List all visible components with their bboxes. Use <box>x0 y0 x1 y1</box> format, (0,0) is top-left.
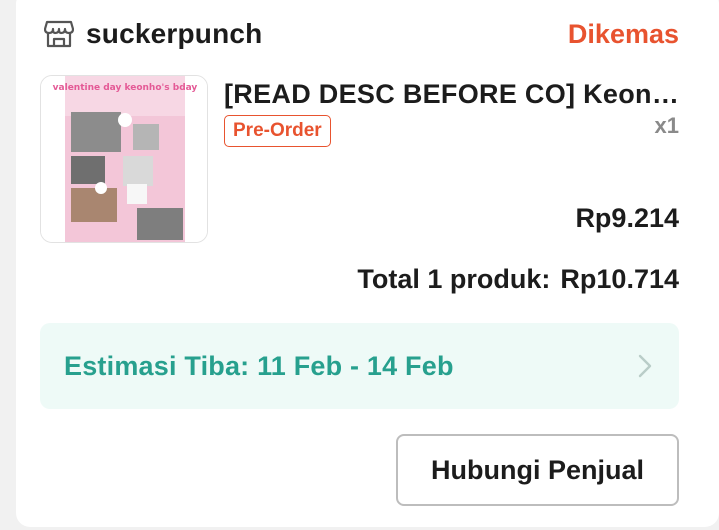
delivery-estimate-text: Estimasi Tiba: 11 Feb - 14 Feb <box>64 350 454 381</box>
total-label: Total 1 produk: <box>357 264 551 294</box>
order-total: Total 1 produk: Rp10.714 <box>357 264 679 295</box>
product-quantity: x1 <box>654 113 679 138</box>
thumbnail-caption: valentine day keonho's bday <box>53 83 198 93</box>
product-price: Rp9.214 <box>575 203 679 233</box>
shop-header: suckerpunch Dikemas <box>44 16 679 52</box>
delivery-estimate[interactable]: Estimasi Tiba: 11 Feb - 14 Feb <box>40 323 679 409</box>
contact-seller-button[interactable]: Hubungi Penjual <box>396 434 679 506</box>
preorder-badge: Pre-Order <box>224 115 331 147</box>
total-value: Rp10.714 <box>560 264 679 294</box>
product-thumbnail[interactable]: valentine day keonho's bday <box>40 75 208 243</box>
product-item[interactable]: valentine day keonho's bday [READ DESC B… <box>40 75 679 243</box>
shop-link[interactable]: suckerpunch <box>44 18 262 50</box>
chevron-right-icon <box>635 352 655 380</box>
order-status: Dikemas <box>567 18 679 49</box>
order-card: suckerpunch Dikemas valentine day keonho… <box>16 0 719 527</box>
product-title[interactable]: [READ DESC BEFORE CO] Keonho Valentine's… <box>224 79 679 110</box>
shop-name[interactable]: suckerpunch <box>86 18 262 50</box>
store-icon <box>44 19 74 49</box>
